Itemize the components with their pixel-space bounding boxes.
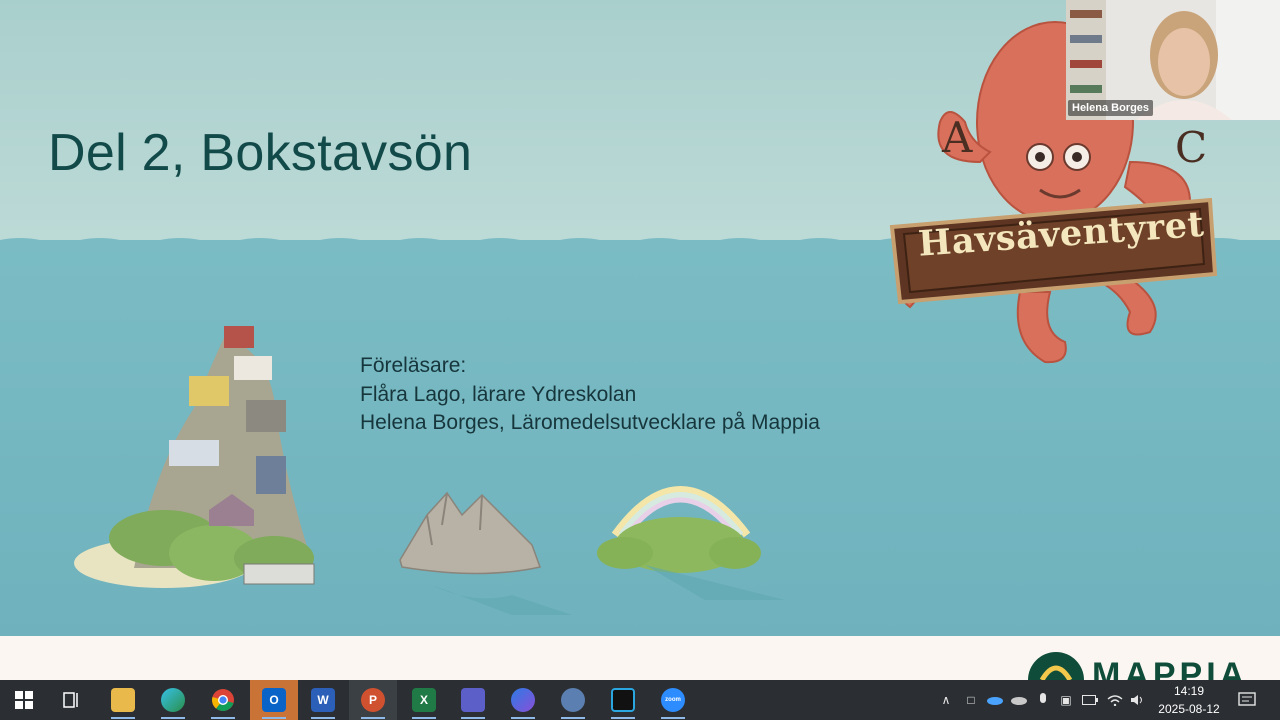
- system-clock[interactable]: 14:19 2025-08-12: [1150, 682, 1228, 718]
- windows-taskbar: O W P X zoom ∧ □ ▣ 14:19 2025-08-12: [0, 680, 1280, 720]
- webcam-tile[interactable]: Helena Borges: [1066, 0, 1280, 120]
- letter-island-illustration: [74, 326, 315, 588]
- zoom-icon: zoom: [661, 688, 685, 712]
- wifi-icon[interactable]: [1104, 680, 1126, 720]
- lecturer-list: Föreläsare: Flåra Lago, lärare Ydreskola…: [360, 352, 820, 438]
- webex-button[interactable]: [599, 680, 647, 720]
- chevron-up-icon: ∧: [941, 693, 951, 707]
- copilot-icon: [511, 688, 535, 712]
- chrome-icon: [212, 689, 234, 711]
- lecturer-heading: Föreläsare:: [360, 354, 467, 377]
- meet-now-icon[interactable]: ▣: [1056, 680, 1076, 720]
- copilot-button[interactable]: [499, 680, 547, 720]
- task-view-icon: [63, 692, 78, 708]
- folder-icon: [111, 688, 135, 712]
- slide-footer: MAPPIA: [0, 636, 1280, 680]
- octopus-letter-c: C: [1175, 123, 1207, 172]
- file-explorer-button[interactable]: [99, 680, 147, 720]
- microphone-icon[interactable]: [1034, 680, 1052, 720]
- notification-icon: [1238, 692, 1256, 706]
- mappia-brand-text: MAPPIA: [1092, 656, 1249, 680]
- start-button[interactable]: [0, 680, 48, 720]
- word-icon: W: [311, 688, 335, 712]
- slide-title: Del 2, Bokstavsön: [48, 124, 473, 182]
- word-button[interactable]: W: [299, 680, 347, 720]
- notification-center-button[interactable]: [1234, 680, 1260, 720]
- powerpoint-button[interactable]: P: [349, 680, 397, 720]
- clock-time: 14:19: [1173, 684, 1205, 698]
- volume-icon[interactable]: [1128, 680, 1148, 720]
- show-hidden-icons-button[interactable]: ∧: [936, 680, 956, 720]
- onedrive-icon[interactable]: [984, 680, 1006, 720]
- participant-name: Helena Borges: [1068, 100, 1154, 116]
- edge-button[interactable]: [149, 680, 197, 720]
- outlook-icon: O: [262, 688, 286, 712]
- teams-button[interactable]: [449, 680, 497, 720]
- excel-icon: X: [412, 688, 436, 712]
- tray-device-icon[interactable]: □: [962, 680, 980, 720]
- chrome-button[interactable]: [199, 680, 247, 720]
- octopus-letter-a: A: [941, 113, 973, 162]
- task-view-button[interactable]: [48, 680, 96, 720]
- teams-icon: [461, 688, 485, 712]
- windows-logo-icon: [15, 691, 33, 709]
- rainbow-island-illustration: [597, 486, 785, 600]
- clock-date: 2025-08-12: [1158, 702, 1220, 716]
- snipping-icon: [561, 688, 585, 712]
- excel-button[interactable]: X: [400, 680, 448, 720]
- snipping-button[interactable]: [549, 680, 597, 720]
- webex-icon: [611, 688, 635, 712]
- mappia-logo-icon: [1028, 652, 1084, 680]
- lecturer-line: Helena Borges, Läromedelsutvecklare på M…: [360, 411, 820, 434]
- battery-icon[interactable]: [1080, 680, 1100, 720]
- onedrive-personal-icon[interactable]: [1008, 680, 1030, 720]
- edge-icon: [161, 688, 185, 712]
- outlook-button[interactable]: O: [250, 680, 298, 720]
- presentation-slide: Del 2, Bokstavsön Föreläsare: Flåra Lago…: [0, 0, 1280, 636]
- lecturer-line: Flåra Lago, lärare Ydreskolan: [360, 382, 637, 406]
- powerpoint-icon: P: [361, 688, 385, 712]
- zoom-button[interactable]: zoom: [649, 680, 697, 720]
- mountain-island-illustration: [399, 491, 572, 615]
